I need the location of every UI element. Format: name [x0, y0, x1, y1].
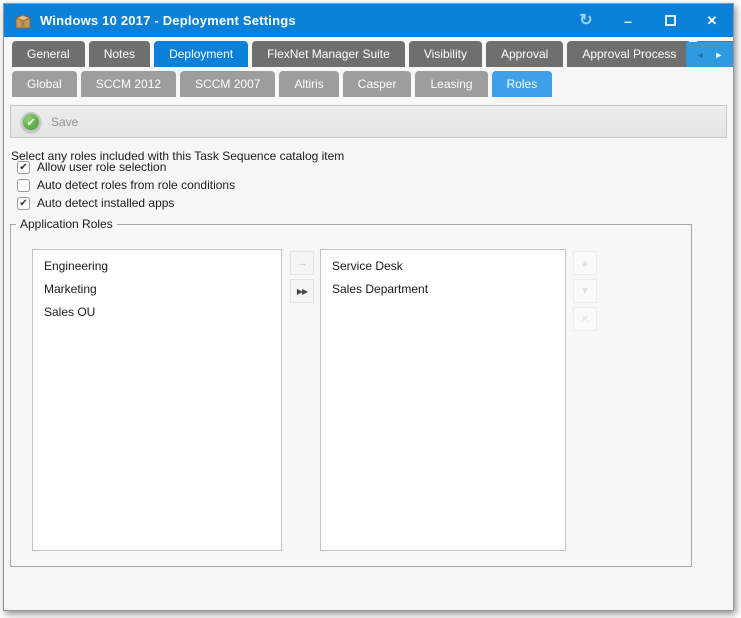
save-button[interactable]: Save — [51, 115, 78, 129]
checkbox-allow-user-role-selection[interactable]: ✔ Allow user role selection — [17, 160, 166, 174]
maximize-glyph — [665, 15, 676, 26]
remove-button[interactable]: ✕ — [573, 307, 597, 331]
close-icon[interactable]: ✕ — [703, 13, 721, 29]
move-right-button[interactable]: → — [290, 251, 314, 275]
tab-casper[interactable]: Casper — [343, 71, 412, 97]
checkbox-icon[interactable]: ✔ — [17, 161, 30, 174]
package-icon — [14, 12, 32, 30]
tab-approval-process[interactable]: Approval Process — [567, 41, 691, 67]
list-item[interactable]: Service Desk — [321, 255, 565, 278]
tab-global[interactable]: Global — [12, 71, 77, 97]
move-down-button[interactable]: ▼ — [573, 279, 597, 303]
available-roles-list[interactable]: Engineering Marketing Sales OU — [32, 249, 282, 551]
secondary-tab-row: Global SCCM 2012 SCCM 2007 Altiris Caspe… — [4, 67, 733, 97]
tab-notes[interactable]: Notes — [89, 41, 150, 67]
list-item[interactable]: Sales OU — [33, 301, 281, 324]
scroll-left-icon[interactable]: ◄ — [696, 50, 705, 60]
save-toolbar: ✔ Save — [10, 105, 727, 138]
tab-visibility[interactable]: Visibility — [409, 41, 482, 67]
primary-tab-row: General Notes Deployment FlexNet Manager… — [4, 37, 733, 67]
checkbox-auto-detect-roles[interactable]: Auto detect roles from role conditions — [17, 178, 235, 192]
roles-panel: ✔ Save Select any roles included with th… — [4, 97, 733, 610]
deployment-settings-window: Windows 10 2017 - Deployment Settings ↻ … — [3, 3, 734, 611]
minimize-icon[interactable]: – — [619, 13, 637, 29]
order-buttons: ▲ ▼ ✕ — [573, 251, 597, 331]
move-all-right-button[interactable]: ▶▶ — [290, 279, 314, 303]
titlebar[interactable]: Windows 10 2017 - Deployment Settings ↻ … — [4, 4, 733, 37]
screen: Windows 10 2017 - Deployment Settings ↻ … — [0, 0, 741, 618]
transfer-buttons: → ▶▶ — [290, 251, 314, 303]
checkbox-auto-detect-installed-apps[interactable]: ✔ Auto detect installed apps — [17, 196, 174, 210]
save-check-icon[interactable]: ✔ — [21, 112, 41, 132]
tab-scroller: ◄ ► — [686, 42, 733, 67]
application-roles-group: Application Roles Engineering Marketing … — [10, 217, 692, 567]
tab-sccm-2012[interactable]: SCCM 2012 — [81, 71, 176, 97]
checkbox-label: Auto detect installed apps — [37, 196, 174, 210]
assigned-roles-list[interactable]: Service Desk Sales Department — [320, 249, 566, 551]
scroll-right-icon[interactable]: ► — [714, 50, 723, 60]
tab-deployment[interactable]: Deployment — [154, 41, 248, 67]
tab-flexnet-manager-suite[interactable]: FlexNet Manager Suite — [252, 41, 405, 67]
tab-altiris[interactable]: Altiris — [279, 71, 338, 97]
list-item[interactable]: Marketing — [33, 278, 281, 301]
checkbox-label: Allow user role selection — [37, 160, 166, 174]
tab-approval[interactable]: Approval — [486, 41, 563, 67]
application-roles-legend: Application Roles — [16, 217, 117, 231]
checkbox-icon[interactable]: ✔ — [17, 197, 30, 210]
tab-leasing[interactable]: Leasing — [415, 71, 487, 97]
tab-general[interactable]: General — [12, 41, 85, 67]
list-item[interactable]: Engineering — [33, 255, 281, 278]
move-up-button[interactable]: ▲ — [573, 251, 597, 275]
titlebar-buttons: ↻ – ✕ — [577, 13, 721, 29]
refresh-icon[interactable]: ↻ — [577, 13, 595, 29]
checkbox-label: Auto detect roles from role conditions — [37, 178, 235, 192]
checkbox-icon[interactable] — [17, 179, 30, 192]
window-title: Windows 10 2017 - Deployment Settings — [40, 13, 296, 28]
maximize-icon[interactable] — [661, 13, 679, 29]
list-item[interactable]: Sales Department — [321, 278, 565, 301]
tab-roles[interactable]: Roles — [492, 71, 553, 97]
tab-sccm-2007[interactable]: SCCM 2007 — [180, 71, 275, 97]
